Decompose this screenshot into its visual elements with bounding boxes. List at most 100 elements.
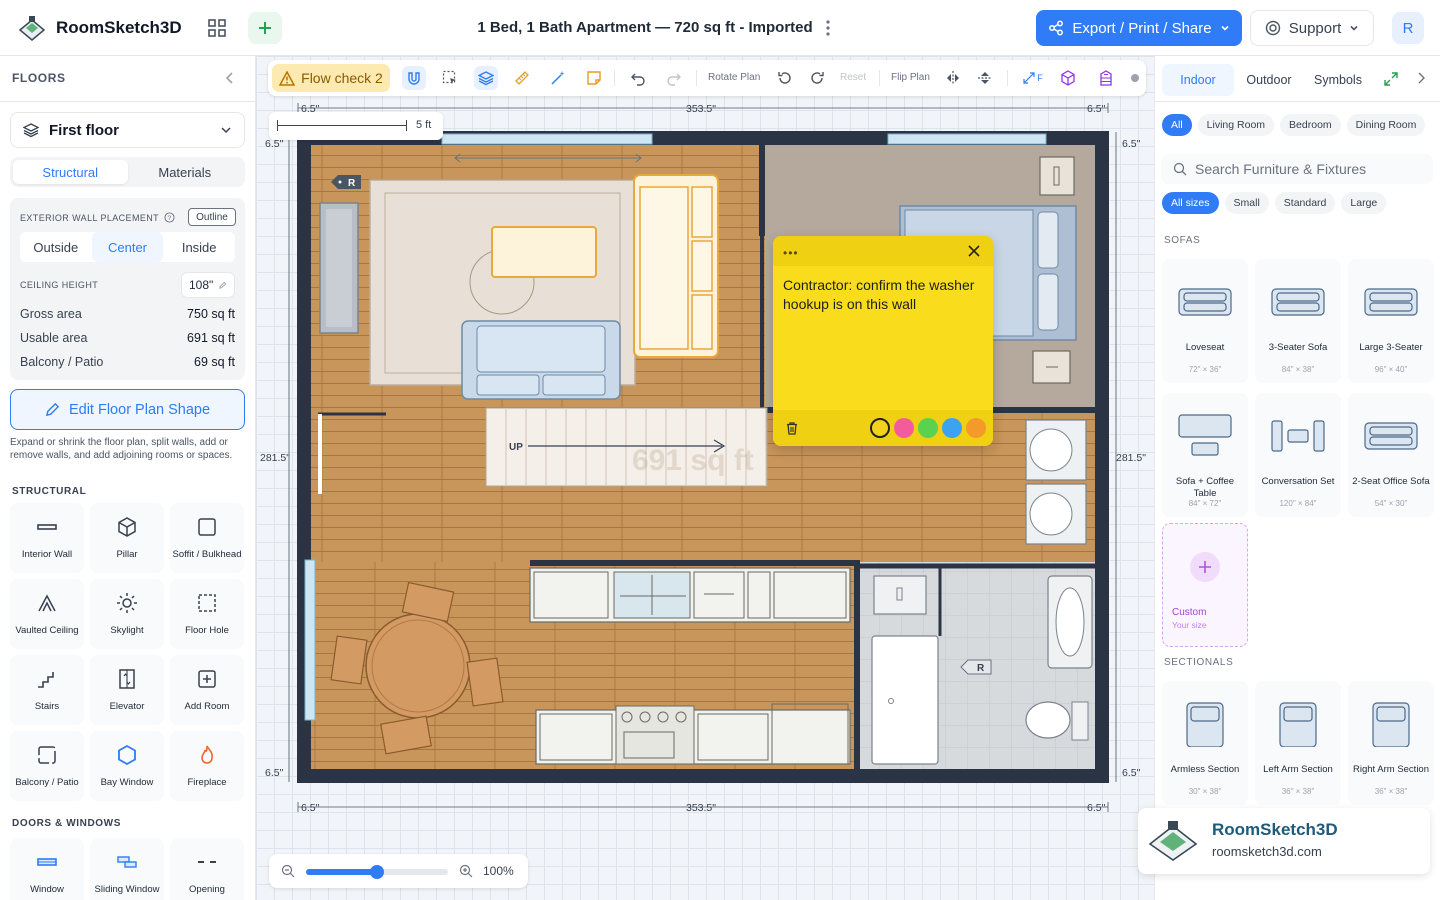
sofas-section-title: SOFAS: [1164, 235, 1201, 246]
zoom-slider[interactable]: [306, 865, 448, 879]
ruler-icon: [515, 71, 529, 85]
size-filter-standard[interactable]: Standard: [1274, 192, 1336, 214]
notes-button[interactable]: [582, 66, 606, 90]
building-view-button[interactable]: [1094, 66, 1118, 90]
furniture-card[interactable]: Armless Section 30" × 38": [1162, 681, 1248, 805]
rotate-right-button[interactable]: [805, 66, 829, 90]
reset-button[interactable]: Reset: [840, 72, 866, 83]
sticky-note[interactable]: ••• Contractor: confirm the washer hooku…: [773, 236, 993, 446]
dining-table[interactable]: [365, 613, 471, 719]
undo-button[interactable]: [626, 66, 650, 90]
flow-check-label: Flow check 2: [301, 70, 383, 86]
note-text[interactable]: Contractor: confirm the washer hookup is…: [783, 276, 983, 314]
close-note-button[interactable]: [965, 243, 983, 261]
rotate-left-button[interactable]: [773, 66, 797, 90]
room-filter-bedroom[interactable]: Bedroom: [1280, 114, 1341, 136]
support-button[interactable]: Support: [1250, 10, 1374, 46]
room-filter-dining-room[interactable]: Dining Room: [1346, 114, 1426, 136]
sticky-note-icon: [587, 71, 601, 85]
room-filter-living-room[interactable]: Living Room: [1197, 114, 1275, 136]
furniture-name: Large 3-Seater: [1359, 342, 1423, 353]
stairs-up-label: UP: [509, 442, 523, 453]
furniture-thumbnail: [1271, 420, 1325, 452]
furniture-name: 2-Seat Office Sofa: [1352, 476, 1430, 487]
rotate-plan-label: Rotate Plan: [708, 72, 761, 83]
redo-button[interactable]: [662, 66, 686, 90]
furniture-name: Right Arm Section: [1352, 764, 1430, 775]
select-tool-button[interactable]: [438, 66, 462, 90]
divider: [614, 70, 615, 86]
note-color-swatch[interactable]: [918, 418, 938, 438]
furniture-name: Left Arm Section: [1263, 764, 1333, 775]
note-color-swatch[interactable]: [894, 418, 914, 438]
flip-horizontal-button[interactable]: [941, 66, 965, 90]
note-header[interactable]: •••: [773, 236, 993, 266]
furniture-card[interactable]: Large 3-Seater 96" × 40": [1348, 259, 1434, 383]
user-avatar[interactable]: R: [1392, 12, 1424, 44]
expand-panel-button[interactable]: [1383, 72, 1399, 88]
magnet-snap-button[interactable]: [402, 66, 426, 90]
room-tag[interactable]: [960, 659, 992, 675]
measure-button[interactable]: [510, 66, 534, 90]
layers-icon: [478, 71, 494, 86]
bathtub[interactable]: [871, 635, 939, 765]
furniture-card[interactable]: Sofa + Coffee Table 84" × 72": [1162, 393, 1248, 517]
expand-icon: [1023, 72, 1035, 84]
magnet-icon: [408, 72, 420, 85]
tab-outdoor[interactable]: Outdoor: [1236, 64, 1302, 96]
dim-label: 6.5": [1087, 802, 1106, 814]
tab-symbols[interactable]: Symbols: [1305, 64, 1371, 96]
size-filter-small[interactable]: Small: [1224, 192, 1269, 214]
rotate-ccw-icon: [778, 72, 791, 84]
furniture-dimensions: 72" × 36": [1188, 365, 1222, 374]
tab-indoor[interactable]: Indoor: [1162, 64, 1234, 96]
window-left[interactable]: [304, 559, 316, 721]
redo-icon: [667, 73, 681, 86]
layers-button[interactable]: [474, 66, 498, 90]
window-top-living[interactable]: [441, 133, 653, 145]
delete-note-button[interactable]: [783, 420, 801, 438]
zoom-level: 100%: [483, 864, 514, 878]
note-color-swatch[interactable]: [966, 418, 986, 438]
furniture-card[interactable]: Right Arm Section 36" × 38": [1348, 681, 1434, 805]
floor-plan-drawing[interactable]: R UP 691 sq ft R 6.5" 353.5" 6.5" 6.5" 2…: [0, 0, 1154, 900]
furniture-search-input[interactable]: Search Furniture & Fixtures: [1161, 154, 1433, 184]
watermark-brand-name: RoomSketch3D: [1212, 820, 1338, 839]
furniture-card[interactable]: Left Arm Section 36" × 38": [1255, 681, 1341, 805]
fit-view-button[interactable]: F: [1018, 66, 1048, 90]
zoom-slider-fill: [306, 869, 377, 875]
toilet[interactable]: [1025, 701, 1071, 739]
zoom-control: 100%: [269, 854, 528, 888]
note-color-swatch[interactable]: [870, 418, 890, 438]
furniture-card[interactable]: Conversation Set 120" × 84": [1255, 393, 1341, 517]
coffee-table[interactable]: [491, 226, 597, 278]
window-top-bedroom[interactable]: [887, 133, 1047, 145]
size-filter-all-sizes[interactable]: All sizes: [1162, 192, 1219, 214]
furniture-name: Loveseat: [1185, 342, 1225, 353]
dim-label: 281.5": [260, 452, 290, 464]
furniture-thumbnail: [1372, 702, 1410, 747]
flow-check-button[interactable]: Flow check 2: [272, 64, 390, 92]
flip-vertical-button[interactable]: [973, 66, 997, 90]
drag-handle-icon[interactable]: •••: [783, 246, 799, 260]
zoom-out-icon[interactable]: [281, 864, 295, 878]
custom-size-card[interactable]: Custom Your size: [1162, 523, 1248, 647]
furniture-card[interactable]: 2-Seat Office Sofa 54" × 30": [1348, 393, 1434, 517]
3d-view-button[interactable]: [1056, 66, 1080, 90]
nightstand[interactable]: [1039, 156, 1075, 196]
status-dot: [1131, 74, 1139, 82]
zoom-in-icon[interactable]: [459, 864, 473, 878]
vanity[interactable]: [873, 575, 927, 615]
panel-next-button[interactable]: [1413, 71, 1429, 87]
room-filter-all[interactable]: All: [1162, 114, 1192, 136]
building-icon: [1100, 70, 1112, 86]
door-left[interactable]: [318, 414, 322, 494]
flip-plan-label: Flip Plan: [891, 72, 930, 83]
note-color-swatch[interactable]: [942, 418, 962, 438]
furniture-card[interactable]: 3-Seater Sofa 84" × 38": [1255, 259, 1341, 383]
zoom-slider-thumb[interactable]: [370, 865, 384, 879]
furniture-card[interactable]: Loveseat 72" × 36": [1162, 259, 1248, 383]
magic-wand-button[interactable]: [546, 66, 570, 90]
size-filter-large[interactable]: Large: [1341, 192, 1387, 214]
plus-icon: [1190, 552, 1220, 582]
